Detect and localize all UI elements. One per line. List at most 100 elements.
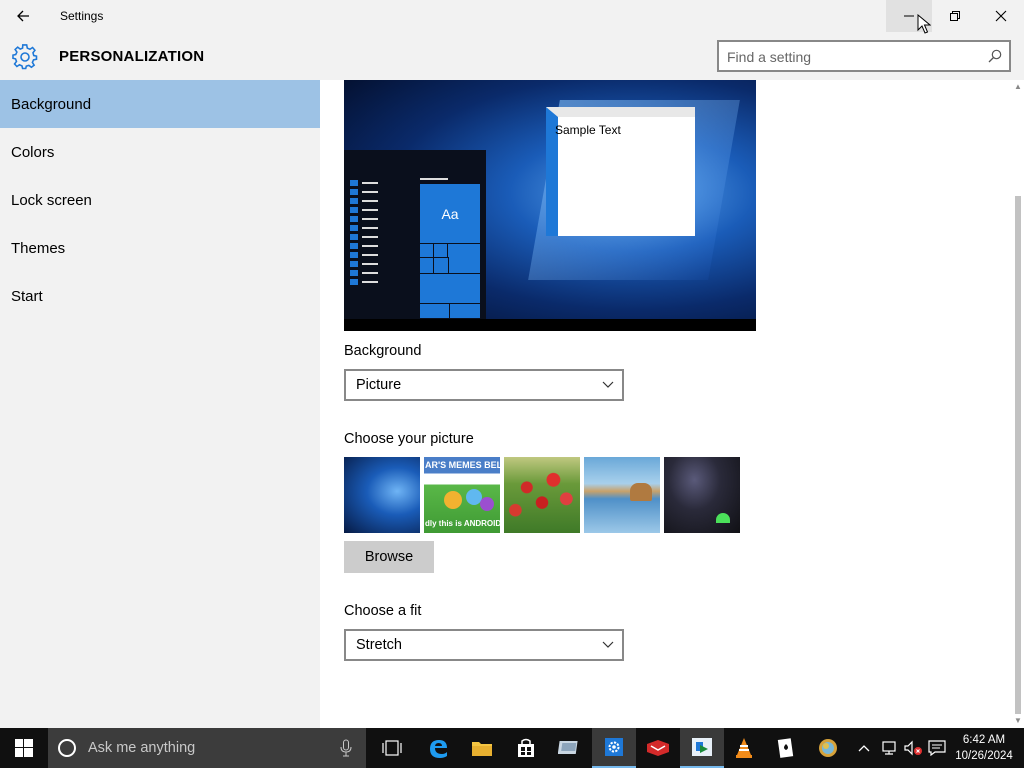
gear-icon xyxy=(12,44,38,70)
back-arrow-icon xyxy=(17,10,29,22)
cortana-search-box[interactable]: Ask me anything xyxy=(48,728,366,768)
notifications-icon xyxy=(928,740,946,756)
title-bar: Settings xyxy=(0,0,1024,32)
sidebar-item-label: Start xyxy=(11,287,43,305)
background-dropdown[interactable]: Picture xyxy=(344,369,624,401)
mouse-cursor-icon xyxy=(917,14,931,34)
store-icon xyxy=(518,738,534,757)
vlc-button[interactable] xyxy=(722,728,766,768)
sidebar-item-label: Background xyxy=(11,95,92,113)
task-view-icon xyxy=(382,740,402,756)
network-tray-button[interactable] xyxy=(878,728,900,768)
chevron-down-icon xyxy=(602,381,614,388)
restore-button[interactable] xyxy=(932,0,978,32)
preview-taskbar xyxy=(344,319,756,331)
preview-tile xyxy=(449,303,481,319)
file-explorer-button[interactable] xyxy=(460,728,504,768)
thumbnail-tent xyxy=(716,513,730,523)
sidebar-nav: Background Colors Lock screen Themes Sta… xyxy=(0,80,320,728)
network-drive-icon xyxy=(558,741,578,754)
folder-icon xyxy=(472,742,492,756)
sidebar-item-label: Lock screen xyxy=(11,191,92,209)
vlc-cone-icon xyxy=(736,738,752,758)
picture-thumbnail-flowers[interactable] xyxy=(504,457,580,533)
picture-thumbnail-meme[interactable]: AR'S MEMES BELI dly this is ANDROID 4.4 xyxy=(424,457,500,533)
sidebar-item-themes[interactable]: Themes xyxy=(0,224,320,272)
chevron-down-icon xyxy=(602,641,614,648)
sidebar-item-lock-screen[interactable]: Lock screen xyxy=(0,176,320,224)
remote-desktop-icon xyxy=(692,738,712,756)
sidebar-item-start[interactable]: Start xyxy=(0,272,320,320)
app-button-network[interactable] xyxy=(548,728,592,768)
desktop-preview: Aa Sample Text xyxy=(344,80,756,331)
preview-tile xyxy=(433,257,449,275)
picture-thumbnail-night-sky[interactable] xyxy=(664,457,740,533)
app-button-globe[interactable] xyxy=(806,728,850,768)
preview-sample-text: Sample Text xyxy=(555,123,621,137)
picture-thumbnail-beach[interactable] xyxy=(584,457,660,533)
choose-fit-label: Choose a fit xyxy=(344,603,422,619)
red-app-icon xyxy=(647,740,669,756)
close-button[interactable] xyxy=(978,0,1024,32)
fit-dropdown-value: Stretch xyxy=(356,637,402,653)
microphone-icon[interactable] xyxy=(340,739,352,757)
edge-button[interactable] xyxy=(416,728,460,768)
preview-tile xyxy=(419,273,481,305)
settings-gear-icon xyxy=(605,738,623,756)
sidebar-item-label: Themes xyxy=(11,239,66,257)
volume-muted-icon xyxy=(904,740,922,756)
back-button[interactable] xyxy=(8,2,38,30)
taskbar-clock[interactable]: 6:42 AM 10/26/2024 xyxy=(950,732,1018,764)
page-title: PERSONALIZATION xyxy=(59,48,205,65)
app-button-red[interactable] xyxy=(636,728,680,768)
preview-tile xyxy=(419,303,451,319)
thumbnail-character xyxy=(480,497,494,511)
windows-logo-icon xyxy=(15,739,33,757)
choose-picture-label: Choose your picture xyxy=(344,431,474,447)
picture-thumbnail-windows[interactable] xyxy=(344,457,420,533)
window-title: Settings xyxy=(60,9,104,23)
app-button-remote[interactable] xyxy=(680,728,724,768)
preview-tile xyxy=(447,243,481,275)
scroll-up-icon[interactable]: ▲ xyxy=(1014,82,1022,91)
scroll-thumb[interactable] xyxy=(1015,196,1021,714)
fit-dropdown[interactable]: Stretch xyxy=(344,629,624,661)
background-label: Background xyxy=(344,343,422,359)
browse-button[interactable]: Browse xyxy=(344,541,434,573)
sidebar-item-label: Colors xyxy=(11,143,55,161)
search-box[interactable] xyxy=(717,40,1011,72)
globe-app-icon xyxy=(819,739,837,757)
content-pane: Aa Sample Text Background Picture Choose… xyxy=(320,80,1024,728)
settings-taskbar-button[interactable] xyxy=(592,728,636,768)
start-button[interactable] xyxy=(0,728,48,768)
search-input[interactable] xyxy=(727,46,977,68)
show-hidden-icons-button[interactable] xyxy=(856,728,872,768)
thumbnail-meme-bottom-text: dly this is ANDROID 4.4 xyxy=(425,519,500,528)
volume-tray-button[interactable] xyxy=(902,728,924,768)
minimize-icon xyxy=(904,15,914,17)
preview-start-menu: Aa xyxy=(344,150,486,331)
preview-tile xyxy=(419,257,435,275)
sidebar-item-background[interactable]: Background xyxy=(0,80,320,128)
solitaire-button[interactable] xyxy=(764,728,808,768)
content-scrollbar[interactable]: ▲ ▼ xyxy=(1012,80,1024,728)
action-center-button[interactable] xyxy=(926,728,948,768)
preview-window: Sample Text xyxy=(546,107,695,236)
picture-thumbnails: AR'S MEMES BELI dly this is ANDROID 4.4 xyxy=(344,457,744,533)
thumbnail-character xyxy=(444,491,462,509)
preview-header-line xyxy=(420,178,448,180)
preview-app-list xyxy=(350,178,378,286)
search-icon[interactable] xyxy=(987,48,1003,64)
store-button[interactable] xyxy=(504,728,548,768)
scroll-down-icon[interactable]: ▼ xyxy=(1014,716,1022,725)
chevron-up-icon xyxy=(858,745,870,752)
task-view-button[interactable] xyxy=(370,728,414,768)
preview-tile xyxy=(419,243,435,259)
preview-tile-large: Aa xyxy=(420,184,480,244)
preview-tile xyxy=(433,243,449,259)
thumbnail-rock xyxy=(630,483,652,501)
close-icon xyxy=(995,10,1007,22)
cards-icon xyxy=(777,738,794,758)
sidebar-item-colors[interactable]: Colors xyxy=(0,128,320,176)
restore-icon xyxy=(950,11,960,21)
